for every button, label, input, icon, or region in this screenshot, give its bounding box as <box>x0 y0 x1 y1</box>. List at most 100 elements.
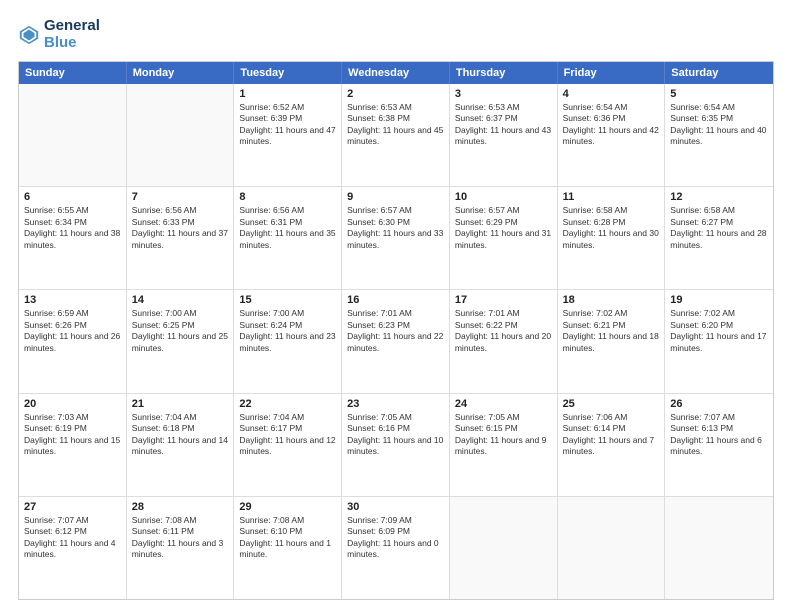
cal-header-cell: Wednesday <box>342 62 450 84</box>
calendar-cell: 19 Sunrise: 7:02 AMSunset: 6:20 PMDayligh… <box>665 290 773 392</box>
cell-info: Sunrise: 6:59 AMSunset: 6:26 PMDaylight:… <box>24 308 121 354</box>
cal-header-cell: Thursday <box>450 62 558 84</box>
calendar-cell: 24Sunrise: 7:05 AMSunset: 6:15 PMDayligh… <box>450 394 558 496</box>
day-number: 4 <box>563 88 660 100</box>
calendar-row: 27 Sunrise: 7:07 AMSunset: 6:12 PMDayligh… <box>19 497 773 599</box>
cell-info: Sunrise: 6:56 AMSunset: 6:33 PMDaylight:… <box>132 205 229 251</box>
calendar-cell: 17Sunrise: 7:01 AMSunset: 6:22 PMDayligh… <box>450 290 558 392</box>
cal-header-cell: Monday <box>127 62 235 84</box>
cell-info: Sunrise: 7:08 AMSunset: 6:11 PMDaylight:… <box>132 515 229 561</box>
day-number: 3 <box>455 88 552 100</box>
cell-info: Sunrise: 6:56 AMSunset: 6:31 PMDaylight:… <box>239 205 336 251</box>
calendar-cell: 18 Sunrise: 7:02 AMSunset: 6:21 PMDayligh… <box>558 290 666 392</box>
day-number: 7 <box>132 191 229 203</box>
day-number: 10 <box>455 191 552 203</box>
calendar-cell: 26Sunrise: 7:07 AMSunset: 6:13 PMDayligh… <box>665 394 773 496</box>
day-number: 16 <box>347 294 444 306</box>
day-number: 6 <box>24 191 121 203</box>
calendar-cell: 10 Sunrise: 6:57 AMSunset: 6:29 PMDayligh… <box>450 187 558 289</box>
page: General Blue SundayMondayTuesdayWednesda… <box>0 0 792 612</box>
calendar-cell: 16 Sunrise: 7:01 AMSunset: 6:23 PMDayligh… <box>342 290 450 392</box>
cell-info: Sunrise: 7:03 AMSunset: 6:19 PMDaylight:… <box>24 412 121 458</box>
calendar-cell: 22Sunrise: 7:04 AMSunset: 6:17 PMDayligh… <box>234 394 342 496</box>
day-number: 8 <box>239 191 336 203</box>
logo: General Blue <box>18 18 100 51</box>
cell-info: Sunrise: 7:04 AMSunset: 6:18 PMDaylight:… <box>132 412 229 458</box>
calendar-cell <box>665 497 773 599</box>
calendar-cell: 15Sunrise: 7:00 AMSunset: 6:24 PMDayligh… <box>234 290 342 392</box>
calendar-cell: 8 Sunrise: 6:56 AMSunset: 6:31 PMDaylight… <box>234 187 342 289</box>
calendar-cell <box>450 497 558 599</box>
calendar-row: 1 Sunrise: 6:52 AMSunset: 6:39 PMDaylight… <box>19 84 773 187</box>
day-number: 12 <box>670 191 768 203</box>
calendar-cell: 6 Sunrise: 6:55 AMSunset: 6:34 PMDaylight… <box>19 187 127 289</box>
cell-info: Sunrise: 7:07 AMSunset: 6:13 PMDaylight:… <box>670 412 768 458</box>
cell-info: Sunrise: 6:54 AMSunset: 6:36 PMDaylight:… <box>563 102 660 148</box>
calendar-cell <box>19 84 127 186</box>
day-number: 21 <box>132 398 229 410</box>
cell-info: Sunrise: 7:02 AMSunset: 6:21 PMDaylight:… <box>563 308 660 354</box>
calendar-cell: 27 Sunrise: 7:07 AMSunset: 6:12 PMDayligh… <box>19 497 127 599</box>
cal-header-cell: Friday <box>558 62 666 84</box>
calendar-cell <box>127 84 235 186</box>
day-number: 27 <box>24 501 121 513</box>
day-number: 29 <box>239 501 336 513</box>
cell-info: Sunrise: 6:57 AMSunset: 6:30 PMDaylight:… <box>347 205 444 251</box>
cell-info: Sunrise: 6:54 AMSunset: 6:35 PMDaylight:… <box>670 102 768 148</box>
cell-info: Sunrise: 6:58 AMSunset: 6:28 PMDaylight:… <box>563 205 660 251</box>
day-number: 19 <box>670 294 768 306</box>
calendar-cell: 1 Sunrise: 6:52 AMSunset: 6:39 PMDaylight… <box>234 84 342 186</box>
day-number: 30 <box>347 501 444 513</box>
logo-icon <box>18 24 40 46</box>
cell-info: Sunrise: 7:05 AMSunset: 6:16 PMDaylight:… <box>347 412 444 458</box>
calendar-cell: 5 Sunrise: 6:54 AMSunset: 6:35 PMDaylight… <box>665 84 773 186</box>
logo-text: General Blue <box>44 18 100 51</box>
calendar-cell: 9 Sunrise: 6:57 AMSunset: 6:30 PMDaylight… <box>342 187 450 289</box>
cell-info: Sunrise: 6:57 AMSunset: 6:29 PMDaylight:… <box>455 205 552 251</box>
day-number: 22 <box>239 398 336 410</box>
day-number: 2 <box>347 88 444 100</box>
calendar-cell: 11 Sunrise: 6:58 AMSunset: 6:28 PMDayligh… <box>558 187 666 289</box>
calendar-body: 1 Sunrise: 6:52 AMSunset: 6:39 PMDaylight… <box>19 84 773 599</box>
calendar-cell <box>558 497 666 599</box>
day-number: 11 <box>563 191 660 203</box>
calendar-cell: 29 Sunrise: 7:08 AMSunset: 6:10 PMDayligh… <box>234 497 342 599</box>
header: General Blue <box>18 18 774 51</box>
cell-info: Sunrise: 7:05 AMSunset: 6:15 PMDaylight:… <box>455 412 552 458</box>
cell-info: Sunrise: 6:58 AMSunset: 6:27 PMDaylight:… <box>670 205 768 251</box>
cell-info: Sunrise: 7:02 AMSunset: 6:20 PMDaylight:… <box>670 308 768 354</box>
cell-info: Sunrise: 7:07 AMSunset: 6:12 PMDaylight:… <box>24 515 121 561</box>
cell-info: Sunrise: 6:52 AMSunset: 6:39 PMDaylight:… <box>239 102 336 148</box>
cal-header-cell: Saturday <box>665 62 773 84</box>
calendar-cell: 23Sunrise: 7:05 AMSunset: 6:16 PMDayligh… <box>342 394 450 496</box>
day-number: 20 <box>24 398 121 410</box>
day-number: 15 <box>239 294 336 306</box>
cell-info: Sunrise: 7:00 AMSunset: 6:25 PMDaylight:… <box>132 308 229 354</box>
cell-info: Sunrise: 7:01 AMSunset: 6:22 PMDaylight:… <box>455 308 552 354</box>
calendar-cell: 21 Sunrise: 7:04 AMSunset: 6:18 PMDayligh… <box>127 394 235 496</box>
cell-info: Sunrise: 7:08 AMSunset: 6:10 PMDaylight:… <box>239 515 336 561</box>
calendar-cell: 3 Sunrise: 6:53 AMSunset: 6:37 PMDaylight… <box>450 84 558 186</box>
calendar-row: 6 Sunrise: 6:55 AMSunset: 6:34 PMDaylight… <box>19 187 773 290</box>
calendar-cell: 30 Sunrise: 7:09 AMSunset: 6:09 PMDayligh… <box>342 497 450 599</box>
cell-info: Sunrise: 6:53 AMSunset: 6:37 PMDaylight:… <box>455 102 552 148</box>
day-number: 1 <box>239 88 336 100</box>
cal-header-cell: Tuesday <box>234 62 342 84</box>
calendar: SundayMondayTuesdayWednesdayThursdayFrid… <box>18 61 774 600</box>
day-number: 18 <box>563 294 660 306</box>
calendar-cell: 12 Sunrise: 6:58 AMSunset: 6:27 PMDayligh… <box>665 187 773 289</box>
calendar-cell: 20 Sunrise: 7:03 AMSunset: 6:19 PMDayligh… <box>19 394 127 496</box>
calendar-cell: 13Sunrise: 6:59 AMSunset: 6:26 PMDayligh… <box>19 290 127 392</box>
day-number: 25 <box>563 398 660 410</box>
calendar-cell: 4 Sunrise: 6:54 AMSunset: 6:36 PMDaylight… <box>558 84 666 186</box>
calendar-cell: 28Sunrise: 7:08 AMSunset: 6:11 PMDayligh… <box>127 497 235 599</box>
calendar-cell: 14Sunrise: 7:00 AMSunset: 6:25 PMDayligh… <box>127 290 235 392</box>
cal-header-cell: Sunday <box>19 62 127 84</box>
calendar-header: SundayMondayTuesdayWednesdayThursdayFrid… <box>19 62 773 84</box>
cell-info: Sunrise: 7:09 AMSunset: 6:09 PMDaylight:… <box>347 515 444 561</box>
cell-info: Sunrise: 7:01 AMSunset: 6:23 PMDaylight:… <box>347 308 444 354</box>
day-number: 5 <box>670 88 768 100</box>
cell-info: Sunrise: 6:55 AMSunset: 6:34 PMDaylight:… <box>24 205 121 251</box>
cell-info: Sunrise: 7:06 AMSunset: 6:14 PMDaylight:… <box>563 412 660 458</box>
day-number: 9 <box>347 191 444 203</box>
